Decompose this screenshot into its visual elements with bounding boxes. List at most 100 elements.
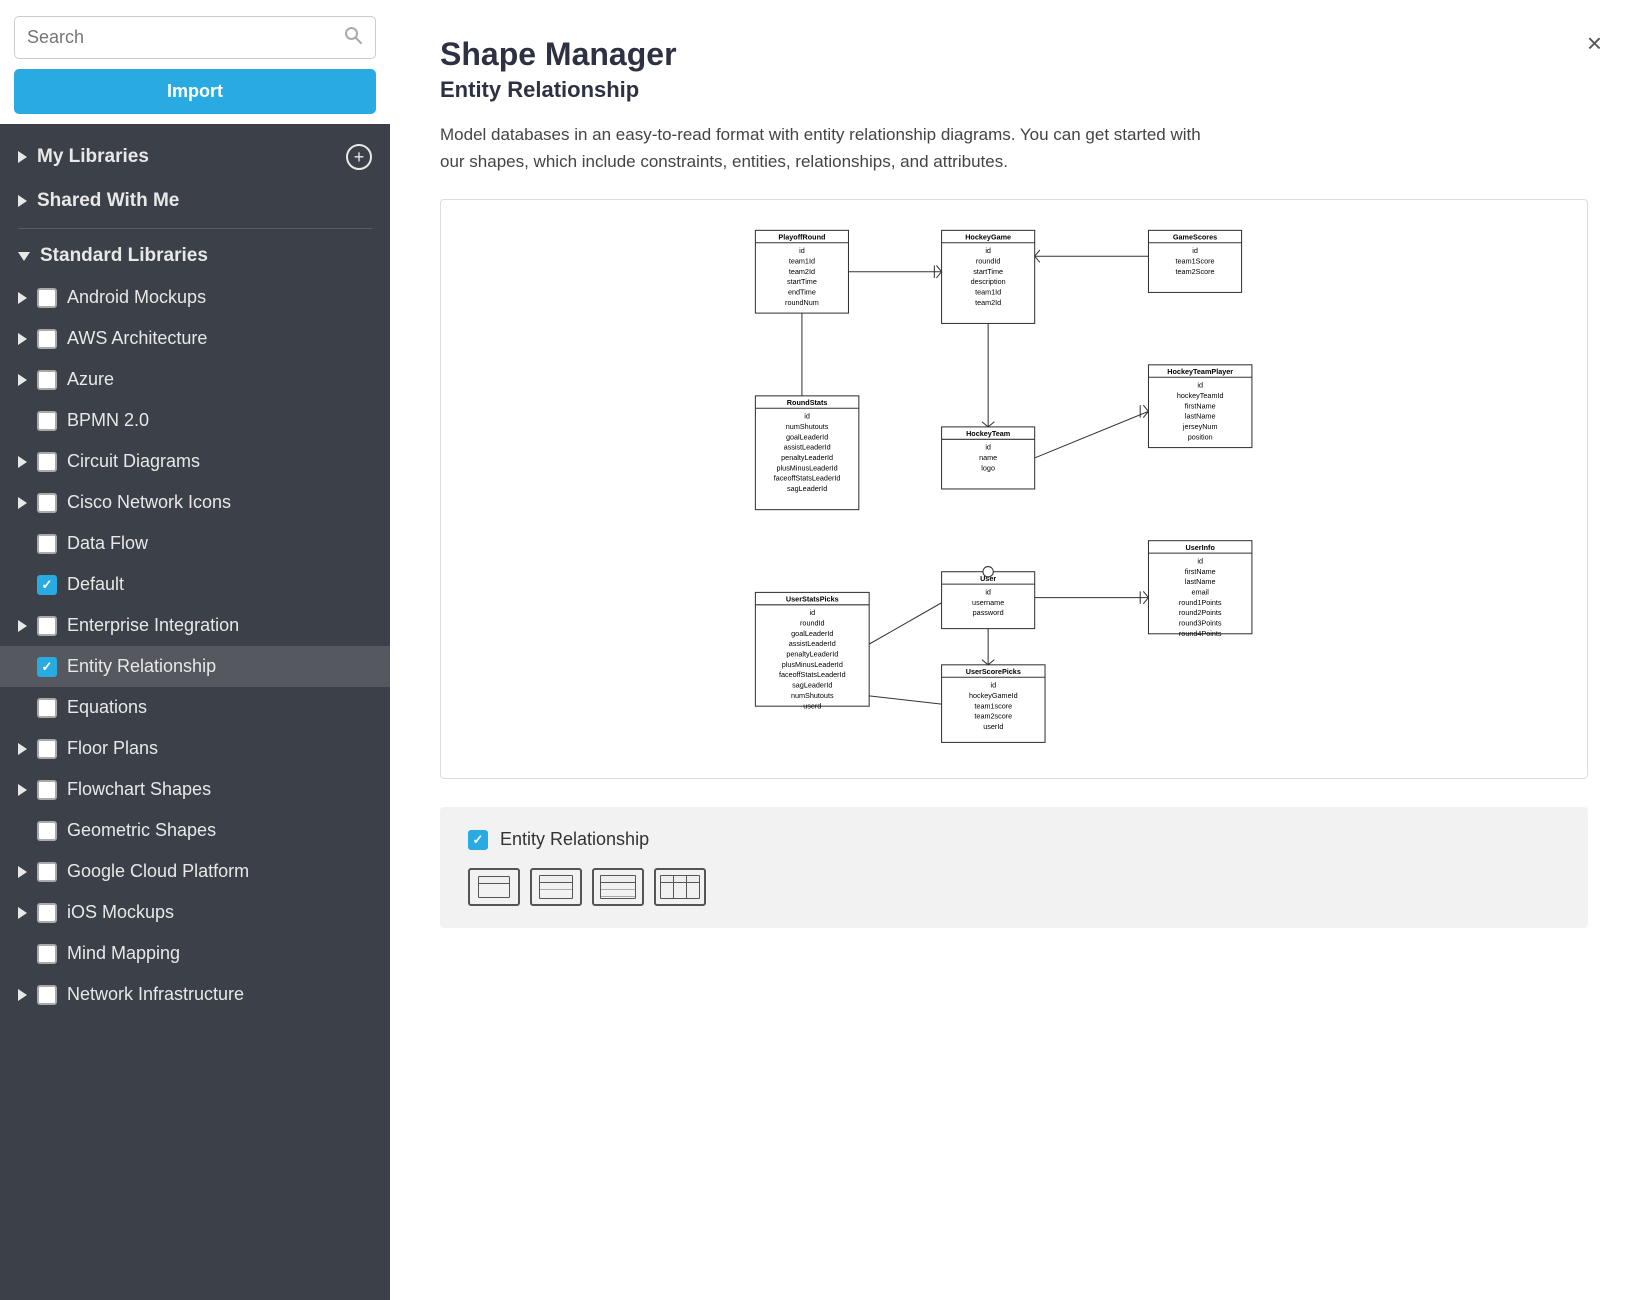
sidebar-item-mind-mapping[interactable]: Mind Mapping xyxy=(0,933,390,974)
svg-text:round2Points: round2Points xyxy=(1179,609,1222,618)
android-mockups-label: Android Mockups xyxy=(67,287,206,308)
svg-text:faceoffStatsLeaderId: faceoffStatsLeaderId xyxy=(779,671,846,680)
ios-checkbox[interactable] xyxy=(37,903,57,923)
shape-icon-4[interactable] xyxy=(654,868,706,906)
svg-text:id: id xyxy=(1192,246,1198,255)
svg-text:id: id xyxy=(990,681,996,690)
sidebar-item-ios[interactable]: iOS Mockups xyxy=(0,892,390,933)
aws-expand-icon xyxy=(18,333,27,345)
sidebar-item-cisco[interactable]: Cisco Network Icons xyxy=(0,482,390,523)
azure-label: Azure xyxy=(67,369,114,390)
sidebar-item-bpmn[interactable]: BPMN 2.0 xyxy=(0,400,390,441)
sidebar-item-aws-architecture[interactable]: AWS Architecture xyxy=(0,318,390,359)
svg-text:penaltyLeaderId: penaltyLeaderId xyxy=(781,453,833,462)
default-checkbox[interactable] xyxy=(37,575,57,595)
azure-checkbox[interactable] xyxy=(37,370,57,390)
svg-text:round4Points: round4Points xyxy=(1179,629,1222,638)
circuit-checkbox[interactable] xyxy=(37,452,57,472)
search-input[interactable] xyxy=(27,27,335,48)
right-panel: × Shape Manager Entity Relationship Mode… xyxy=(390,0,1638,1300)
enterprise-checkbox[interactable] xyxy=(37,616,57,636)
sidebar-item-android-mockups[interactable]: Android Mockups xyxy=(0,277,390,318)
flowchart-checkbox[interactable] xyxy=(37,780,57,800)
cisco-checkbox[interactable] xyxy=(37,493,57,513)
svg-text:assistLeaderId: assistLeaderId xyxy=(789,640,836,649)
svg-text:userd: userd xyxy=(803,702,821,711)
shape-icon-3[interactable] xyxy=(592,868,644,906)
flowchart-expand-icon xyxy=(18,784,27,796)
sidebar-item-google-cloud[interactable]: Google Cloud Platform xyxy=(0,851,390,892)
data-flow-checkbox[interactable] xyxy=(37,534,57,554)
svg-text:team1Id: team1Id xyxy=(975,288,1001,297)
svg-text:numShutouts: numShutouts xyxy=(786,422,829,431)
sidebar-item-network-infrastructure[interactable]: Network Infrastructure xyxy=(0,974,390,1015)
google-checkbox[interactable] xyxy=(37,862,57,882)
svg-text:sagLeaderId: sagLeaderId xyxy=(787,484,827,493)
svg-text:jerseyNum: jerseyNum xyxy=(1182,422,1218,431)
svg-text:faceoffStatsLeaderId: faceoffStatsLeaderId xyxy=(774,474,841,483)
mind-mapping-checkbox[interactable] xyxy=(37,944,57,964)
cisco-expand-icon xyxy=(18,497,27,509)
android-mockups-checkbox[interactable] xyxy=(37,288,57,308)
bottom-library-row: Entity Relationship xyxy=(468,829,1560,850)
sidebar-item-data-flow[interactable]: Data Flow xyxy=(0,523,390,564)
svg-text:logo: logo xyxy=(981,464,995,473)
shape-icons-row xyxy=(468,868,1560,906)
shape-icon-1[interactable] xyxy=(468,868,520,906)
svg-text:team1Id: team1Id xyxy=(789,257,815,266)
svg-text:lastName: lastName xyxy=(1185,412,1216,421)
sidebar-item-default[interactable]: Default xyxy=(0,564,390,605)
aws-label: AWS Architecture xyxy=(67,328,207,349)
sidebar-item-shared-with-me[interactable]: Shared With Me xyxy=(0,180,390,222)
svg-text:password: password xyxy=(973,609,1004,618)
svg-text:numShutouts: numShutouts xyxy=(791,691,834,700)
floor-expand-icon xyxy=(18,743,27,755)
add-library-button[interactable]: + xyxy=(346,144,372,170)
google-label: Google Cloud Platform xyxy=(67,861,249,882)
bottom-entity-checkbox[interactable] xyxy=(468,830,488,850)
network-checkbox[interactable] xyxy=(37,985,57,1005)
sidebar-item-enterprise-integration[interactable]: Enterprise Integration xyxy=(0,605,390,646)
svg-text:firstName: firstName xyxy=(1185,567,1216,576)
svg-text:id: id xyxy=(1197,557,1203,566)
svg-text:plusMinusLeaderId: plusMinusLeaderId xyxy=(782,660,843,669)
network-label: Network Infrastructure xyxy=(67,984,244,1005)
svg-text:id: id xyxy=(985,443,991,452)
my-libraries-label: My Libraries xyxy=(37,146,149,168)
equations-checkbox[interactable] xyxy=(37,698,57,718)
sidebar-item-flowchart[interactable]: Flowchart Shapes xyxy=(0,769,390,810)
floor-checkbox[interactable] xyxy=(37,739,57,759)
svg-text:HockeyTeamPlayer: HockeyTeamPlayer xyxy=(1167,368,1233,377)
svg-text:roundId: roundId xyxy=(976,257,1001,266)
svg-text:id: id xyxy=(985,246,991,255)
svg-text:team2Id: team2Id xyxy=(789,267,815,276)
svg-text:round1Points: round1Points xyxy=(1179,598,1222,607)
sidebar-item-entity-relationship[interactable]: Entity Relationship xyxy=(0,646,390,687)
svg-text:startTime: startTime xyxy=(973,267,1003,276)
import-button[interactable]: Import xyxy=(14,69,376,114)
sidebar-item-equations[interactable]: Equations xyxy=(0,687,390,728)
android-mockups-expand-icon xyxy=(18,292,27,304)
google-expand-icon xyxy=(18,866,27,878)
sidebar-item-azure[interactable]: Azure xyxy=(0,359,390,400)
floor-label: Floor Plans xyxy=(67,738,158,759)
aws-checkbox[interactable] xyxy=(37,329,57,349)
geometric-checkbox[interactable] xyxy=(37,821,57,841)
sidebar-item-circuit-diagrams[interactable]: Circuit Diagrams xyxy=(0,441,390,482)
sidebar-list: My Libraries + Shared With Me Standard L… xyxy=(0,124,390,1300)
svg-text:description: description xyxy=(971,278,1006,287)
svg-text:goalLeaderId: goalLeaderId xyxy=(786,433,828,442)
close-button[interactable]: × xyxy=(1587,30,1602,56)
sidebar-standard-libraries-header[interactable]: Standard Libraries xyxy=(0,235,390,277)
bpmn-checkbox[interactable] xyxy=(37,411,57,431)
svg-text:hockeyTeamId: hockeyTeamId xyxy=(1177,391,1224,400)
svg-text:firstName: firstName xyxy=(1185,402,1216,411)
sidebar-item-floor-plans[interactable]: Floor Plans xyxy=(0,728,390,769)
svg-text:team1score: team1score xyxy=(974,702,1012,711)
entity-relationship-checkbox[interactable] xyxy=(37,657,57,677)
sidebar-item-my-libraries[interactable]: My Libraries + xyxy=(0,134,390,180)
circuit-label: Circuit Diagrams xyxy=(67,451,200,472)
sidebar-item-geometric[interactable]: Geometric Shapes xyxy=(0,810,390,851)
shape-icon-2[interactable] xyxy=(530,868,582,906)
svg-text:id: id xyxy=(809,609,815,618)
